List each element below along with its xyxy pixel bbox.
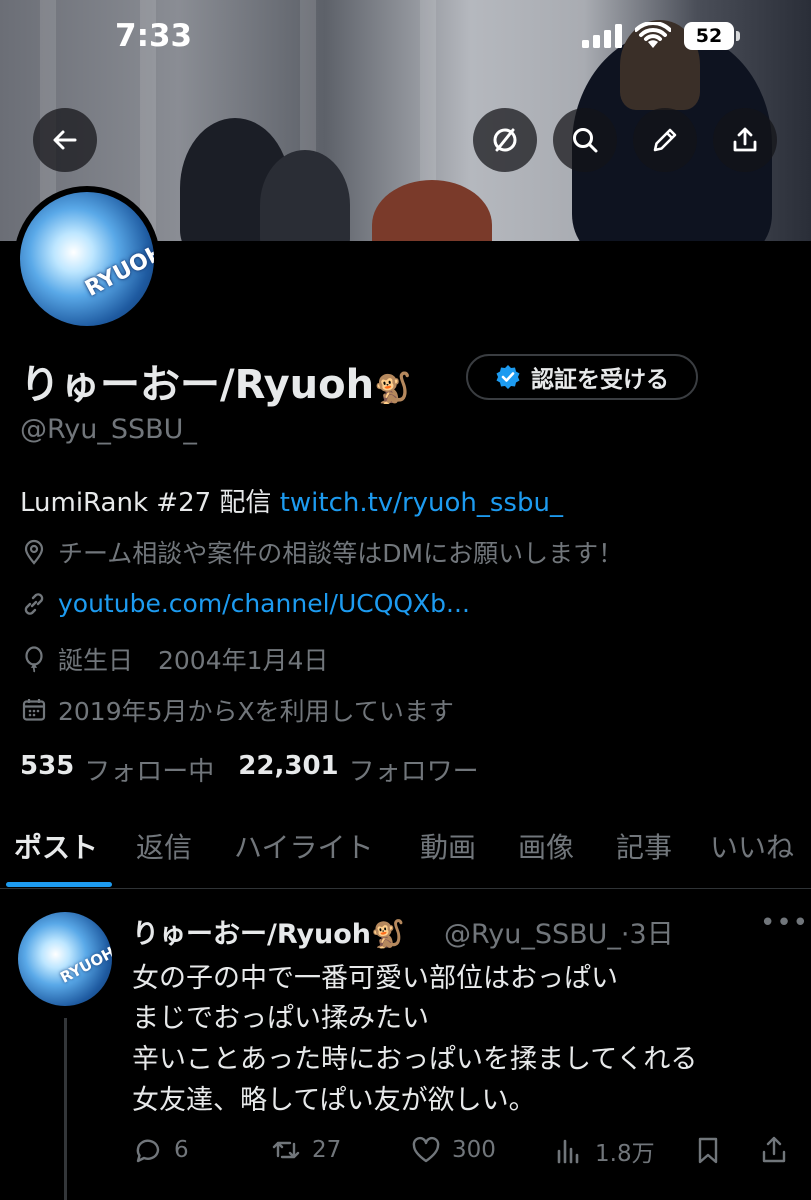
post-author-name[interactable]: りゅーおー/Ryuoh🐒 — [132, 912, 405, 951]
location-text: チーム相談や案件の相談等はDMにお願いします！ — [58, 539, 624, 568]
search-button[interactable] — [553, 108, 617, 172]
views-action[interactable]: 1.8万 — [553, 1134, 655, 1168]
like-icon — [412, 1136, 440, 1163]
back-button[interactable] — [33, 108, 97, 172]
link-icon — [24, 592, 44, 615]
post-avatar-logo-text: RYUOH — [57, 943, 112, 987]
post-author-avatar[interactable]: RYUOH — [18, 912, 112, 1006]
get-verified-label: 認証を受ける — [531, 367, 669, 393]
tab-replies[interactable]: 返信 — [136, 826, 192, 866]
circle-slash-icon — [493, 128, 517, 152]
tab-highlights[interactable]: ハイライト — [234, 826, 373, 866]
followers-label[interactable]: フォロワー — [349, 751, 479, 788]
share-icon — [733, 127, 757, 152]
post-more-menu[interactable]: ••• — [760, 908, 809, 938]
grok-button[interactable] — [473, 108, 537, 172]
battery-indicator: 52 — [684, 22, 734, 50]
post-text-line: 女の子の中で一番可愛い部位はおっぱい — [132, 963, 618, 994]
like-count: 300 — [452, 1137, 496, 1163]
bio-text: LumiRank #27 配信 — [20, 488, 280, 518]
display-name-text: りゅーおー/Ryuoh — [20, 362, 375, 408]
location-icon — [24, 539, 44, 565]
post-share-action[interactable] — [758, 1134, 790, 1166]
tab-videos[interactable]: 動画 — [420, 826, 476, 866]
views-icon — [557, 1139, 579, 1164]
verified-badge-icon — [496, 365, 520, 389]
edit-profile-button[interactable] — [633, 108, 697, 172]
birthday-text: 誕生日 2004年1月4日 — [58, 646, 329, 675]
tabs-divider — [0, 888, 811, 889]
bookmark-icon — [698, 1137, 718, 1164]
profile-display-name: りゅーおー/Ryuoh🐒 — [20, 352, 411, 410]
following-label[interactable]: フォロー中 — [84, 751, 214, 788]
search-icon — [573, 128, 598, 153]
tab-posts[interactable]: ポスト — [14, 826, 98, 866]
tab-images[interactable]: 画像 — [518, 826, 574, 866]
share-icon — [762, 1136, 786, 1163]
edit-icon — [653, 128, 677, 152]
monkey-emoji: 🐒 — [374, 371, 412, 406]
thread-line — [64, 1018, 67, 1200]
tab-likes[interactable]: いいね — [710, 826, 794, 866]
repost-icon — [272, 1141, 300, 1159]
avatar-logo-text: RYUOH — [81, 239, 154, 302]
follow-stats: 535 フォロー中 22,301 フォロワー — [20, 751, 493, 788]
profile-bio: LumiRank #27 配信 twitch.tv/ryuoh_ssbu_ — [20, 482, 563, 519]
profile-handle: @Ryu_SSBU_ — [20, 414, 197, 445]
repost-action[interactable]: 27 — [270, 1134, 341, 1166]
post-text-line: まじでおっぱい揉みたい — [132, 1003, 429, 1034]
bookmark-action[interactable] — [692, 1134, 724, 1166]
share-button[interactable] — [713, 108, 777, 172]
post-text-line: 辛いことあった時におっぱいを揉ましてくれる — [132, 1044, 698, 1075]
profile-avatar[interactable]: RYUOH — [14, 186, 160, 332]
post-author-handle-time: @Ryu_SSBU_·3日 — [444, 919, 674, 950]
website-link[interactable]: youtube.com/channel/UCQQXb... — [58, 589, 470, 618]
balloon-icon — [25, 646, 43, 673]
like-action[interactable]: 300 — [410, 1134, 496, 1166]
wifi-icon — [635, 22, 671, 48]
get-verified-button[interactable]: 認証を受ける — [466, 354, 698, 400]
bio-twitch-link[interactable]: twitch.tv/ryuoh_ssbu_ — [280, 488, 563, 518]
tab-articles[interactable]: 記事 — [616, 826, 672, 866]
joined-text: 2019年5月からXを利用しています — [58, 697, 454, 726]
cellular-signal-icon — [582, 24, 622, 48]
profile-location: チーム相談や案件の相談等はDMにお願いします！ — [20, 534, 623, 570]
profile-joined-date: 2019年5月からXを利用しています — [20, 692, 454, 728]
battery-tip — [736, 31, 740, 41]
back-arrow-icon — [53, 130, 77, 150]
profile-birthday: 誕生日 2004年1月4日 — [20, 641, 328, 677]
views-count: 1.8万 — [595, 1141, 655, 1167]
repost-count: 27 — [312, 1137, 342, 1163]
reply-action[interactable]: 6 — [132, 1134, 189, 1166]
following-count[interactable]: 535 — [20, 751, 74, 788]
followers-count[interactable]: 22,301 — [238, 751, 338, 788]
status-time: 7:33 — [115, 18, 193, 54]
post-text-line: 女友達、略してぱい友が欲しい。 — [132, 1085, 536, 1116]
reply-count: 6 — [174, 1137, 189, 1163]
profile-website[interactable]: youtube.com/channel/UCQQXb... — [20, 589, 470, 618]
reply-icon — [136, 1139, 160, 1163]
active-tab-indicator — [6, 882, 112, 887]
calendar-icon — [22, 699, 46, 721]
